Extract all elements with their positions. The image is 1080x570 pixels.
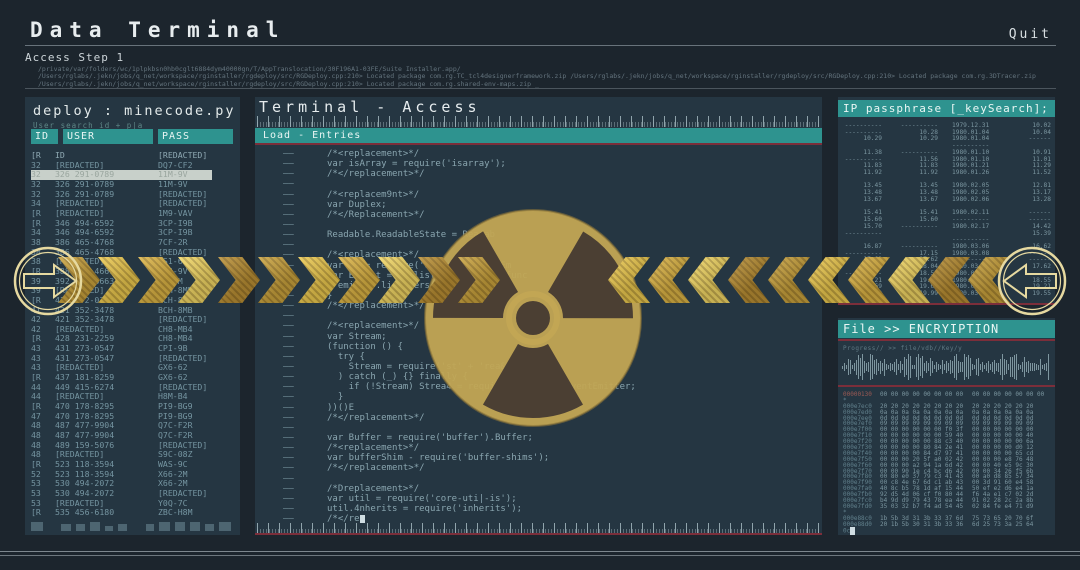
waveform-graphic	[842, 353, 1051, 381]
code-line: ——/*</replacement>*/	[283, 463, 425, 474]
pagination-blocks	[31, 521, 236, 531]
code-line: ——/*</replacement>*/	[283, 169, 425, 180]
red-divider	[255, 143, 822, 145]
bottom-rule-2	[0, 555, 1080, 556]
code-line: ——	[283, 473, 294, 484]
arrow-right-circle-icon[interactable]	[12, 245, 84, 317]
ip-panel-title: IP passphrase [_keySearch];	[838, 100, 1055, 117]
code-line: ——/*<replacem9nt>*/	[283, 189, 420, 200]
code-line: ——/*<replacement>*/	[283, 149, 420, 159]
log-divider	[25, 88, 1056, 89]
encryption-panel-title: File >> ENCRYIPTION	[838, 320, 1055, 338]
arrow-left-circle-icon[interactable]	[996, 245, 1068, 317]
encryption-panel: File >> ENCRYIPTION Progress// >> file/v…	[838, 318, 1055, 535]
code-line: ——/*Dreplacement>*/	[283, 483, 420, 494]
terminal-panel-title: Terminal - Access	[259, 98, 481, 116]
credentials-table: [R ID [REDACTED] 32 [REDACTED] DQ7-CF2 32 326 2…	[31, 150, 234, 518]
header-divider	[25, 45, 1056, 46]
system-log: /private/var/folders/wc/1plpkbsn0hb0cglt…	[38, 65, 1036, 88]
access-step-label: Access Step 1	[25, 51, 125, 64]
quit-button[interactable]: Quit	[1009, 27, 1052, 42]
code-line: —— var isArray = require('isarray');	[283, 159, 506, 170]
waveform-red-divider	[838, 385, 1055, 387]
table-row[interactable]: [R 535 456-6180 ZBC-H8M	[31, 508, 234, 518]
tick-ruler-top	[257, 116, 820, 127]
column-header-pass: PASS	[158, 129, 233, 144]
radiation-icon	[424, 209, 642, 427]
page-title: Data Terminal	[30, 18, 286, 42]
column-header-user: USER	[63, 129, 153, 144]
text-cursor	[359, 514, 365, 523]
ip-row: 11.92 11.92 1980.01.26 11.52	[863, 169, 1051, 177]
hex-row: 0c	[843, 527, 1051, 535]
code-line: —— var util = require('core-uti|-is');	[283, 493, 517, 504]
ip-row: 10.29 10.29 1980.01.04 ------	[863, 135, 1051, 143]
hex-cursor	[850, 527, 856, 535]
ip-row: 13.67 13.67 1980.02.06 13.28	[863, 195, 1051, 203]
ip-row: ---------- 15.39	[844, 229, 1051, 237]
data-terminal-screen: Data Terminal Quit Access Step 1 /privat…	[0, 0, 1080, 570]
code-line: ——	[283, 179, 294, 190]
code-line: —— var Buffer = require('buffer').Buffer;	[283, 432, 533, 443]
column-header-id: ID	[31, 129, 58, 144]
deploy-panel-title: deploy : minecode.py	[33, 103, 236, 119]
red-divider-bottom	[255, 533, 822, 535]
code-line: ——/*<replacement>*/	[283, 443, 420, 454]
code-line: —— var bufferShim - require('buffer-shims…	[283, 453, 550, 464]
encryption-red-divider	[838, 339, 1055, 341]
bottom-rule-1	[0, 551, 1080, 552]
hex-dump: 00000130 00 00 00 00 00 00 00 00 00 00 00 …	[843, 392, 1051, 535]
progress-label: Progress// >> file/vdb//Key/y	[843, 345, 963, 352]
load-entries-bar[interactable]: Load - Entries	[255, 128, 822, 143]
code-line: —— util.4nherits = require('inherits');	[283, 503, 523, 514]
